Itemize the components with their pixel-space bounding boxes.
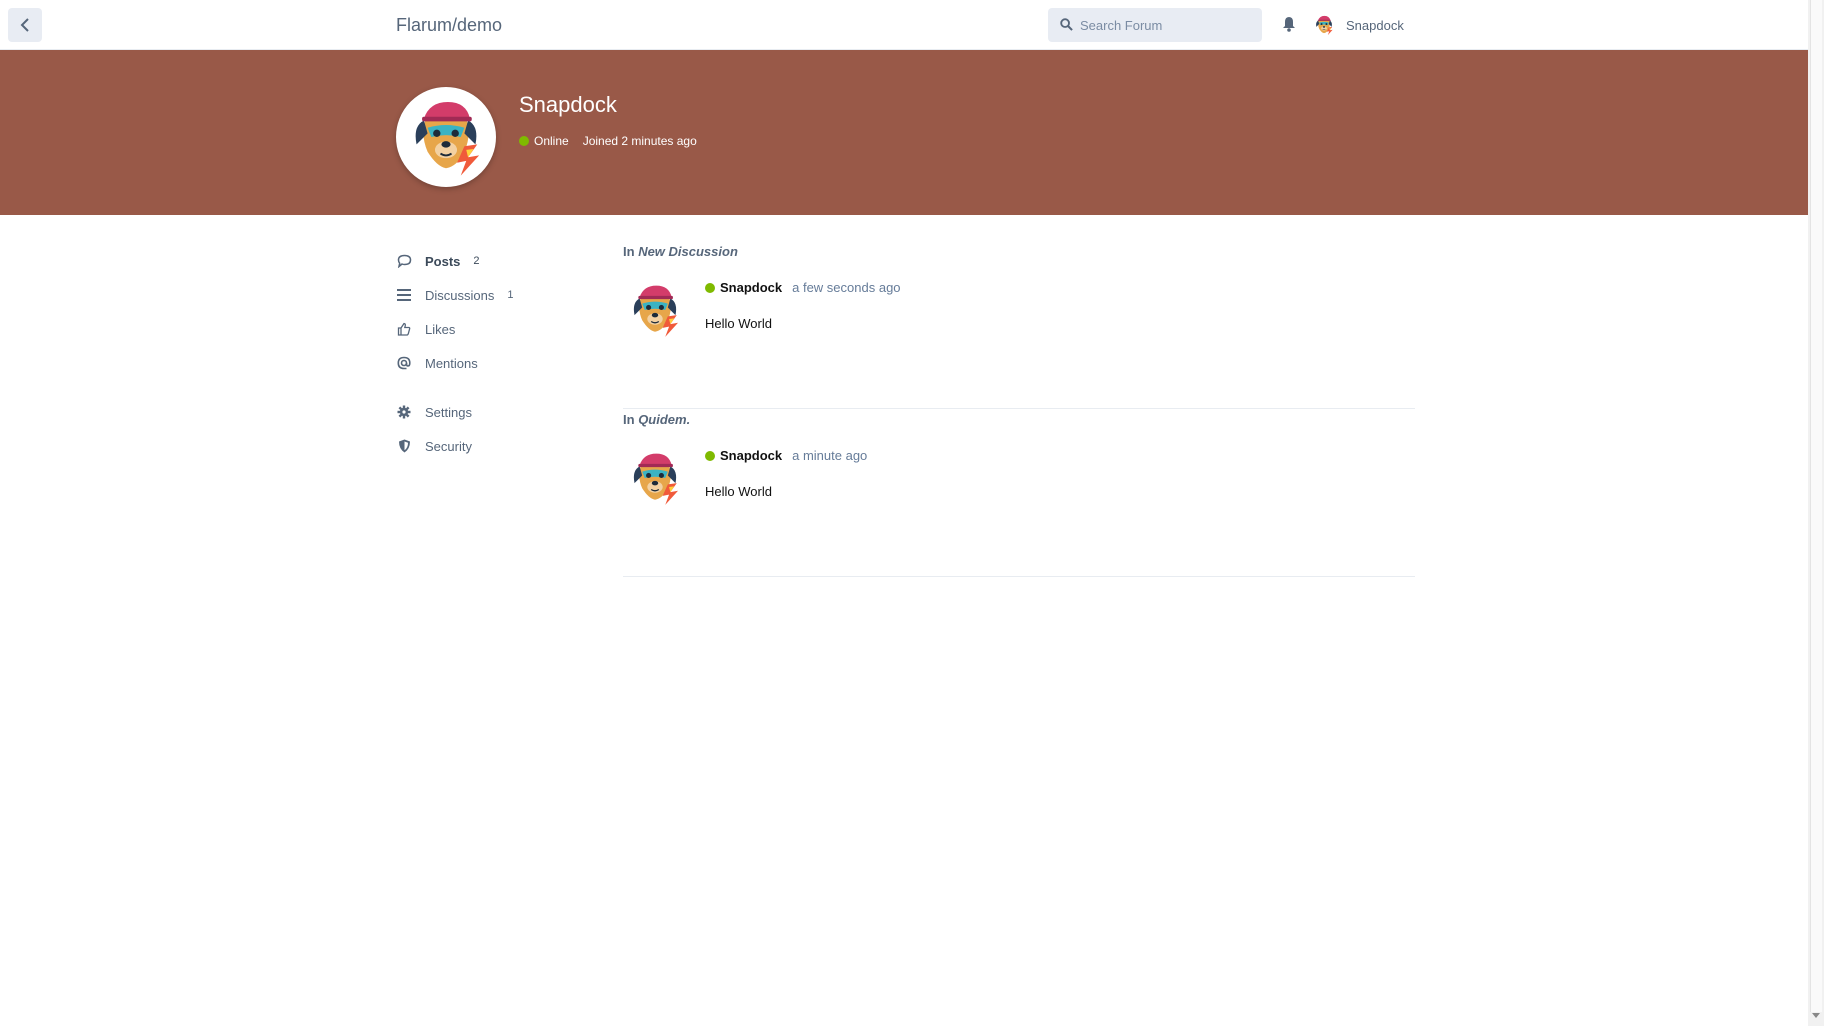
- nav-item-label: Settings: [425, 404, 472, 420]
- online-status-icon: [705, 450, 715, 461]
- discussion-context: In Quidem.: [623, 412, 690, 427]
- nav-item-likes[interactable]: Likes: [396, 318, 455, 340]
- post-header: Snapdock a few seconds ago: [705, 280, 901, 295]
- online-status-icon: [519, 136, 529, 146]
- thumbs-up-icon: [396, 321, 412, 337]
- avatar[interactable]: [623, 446, 687, 510]
- app-header: Flarum/demo Snapdock: [0, 0, 1808, 50]
- notifications-button[interactable]: [1282, 16, 1296, 37]
- discussion-link[interactable]: New Discussion: [638, 244, 738, 259]
- discussion-link[interactable]: Quidem.: [638, 412, 690, 427]
- nav-item-posts[interactable]: Posts 2: [396, 250, 480, 272]
- user-menu-button[interactable]: Snapdock: [1312, 12, 1404, 38]
- post-body: Hello World: [705, 316, 772, 331]
- forum-title[interactable]: Flarum/demo: [396, 15, 502, 36]
- joined-date: Joined 2 minutes ago: [582, 134, 697, 148]
- nav-item-label: Mentions: [425, 355, 478, 371]
- comment-icon: [396, 253, 412, 269]
- nav-item-settings[interactable]: Settings: [396, 401, 472, 423]
- online-status-icon: [705, 282, 715, 293]
- avatar: [1312, 13, 1336, 37]
- post-author[interactable]: Snapdock: [720, 448, 782, 463]
- nav-item-label: Likes: [425, 321, 456, 337]
- nav-item-count: 2: [473, 255, 480, 267]
- post-header: Snapdock a minute ago: [705, 448, 867, 463]
- post-time[interactable]: a minute ago: [792, 448, 867, 463]
- nav-item-discussions[interactable]: Discussions 1: [396, 284, 513, 306]
- post-time[interactable]: a few seconds ago: [792, 280, 900, 295]
- nav-item-label: Posts: [425, 253, 461, 269]
- search-icon: [1060, 18, 1073, 31]
- scroll-down-icon[interactable]: [1812, 1013, 1820, 1018]
- nav-item-security[interactable]: Security: [396, 435, 472, 457]
- nav-item-mentions[interactable]: Mentions: [396, 352, 478, 374]
- post-body: Hello World: [705, 484, 772, 499]
- online-status: Online: [534, 134, 569, 148]
- nav-item-label: Discussions: [425, 287, 495, 303]
- list-item: In New Discussion Snapdock a few seconds…: [623, 240, 1415, 409]
- discussion-context: In New Discussion: [623, 244, 738, 259]
- bell-icon: [1283, 17, 1295, 32]
- avatar: [396, 87, 496, 187]
- user-name: Snapdock: [519, 92, 617, 117]
- back-button[interactable]: [8, 8, 42, 42]
- session-username: Snapdock: [1346, 17, 1404, 33]
- nav-item-label: Security: [425, 438, 472, 454]
- nav-item-count: 1: [507, 289, 514, 301]
- chevron-left-icon: [20, 18, 29, 32]
- avatar[interactable]: [623, 278, 687, 342]
- gear-icon: [396, 404, 412, 420]
- at-icon: [396, 355, 412, 371]
- context-prefix: In: [623, 244, 635, 259]
- list-icon: [396, 287, 412, 303]
- user-meta: Online Joined 2 minutes ago: [519, 134, 697, 148]
- search-box[interactable]: [1048, 8, 1262, 42]
- post-author[interactable]: Snapdock: [720, 280, 782, 295]
- context-prefix: In: [623, 412, 635, 427]
- search-input[interactable]: [1080, 8, 1256, 42]
- scrollbar-thumb[interactable]: [1810, 0, 1822, 1012]
- user-hero: Snapdock Online Joined 2 minutes ago: [0, 50, 1808, 215]
- list-item: In Quidem. Snapdock a minute ago Hello W…: [623, 408, 1415, 577]
- shield-icon: [396, 438, 412, 454]
